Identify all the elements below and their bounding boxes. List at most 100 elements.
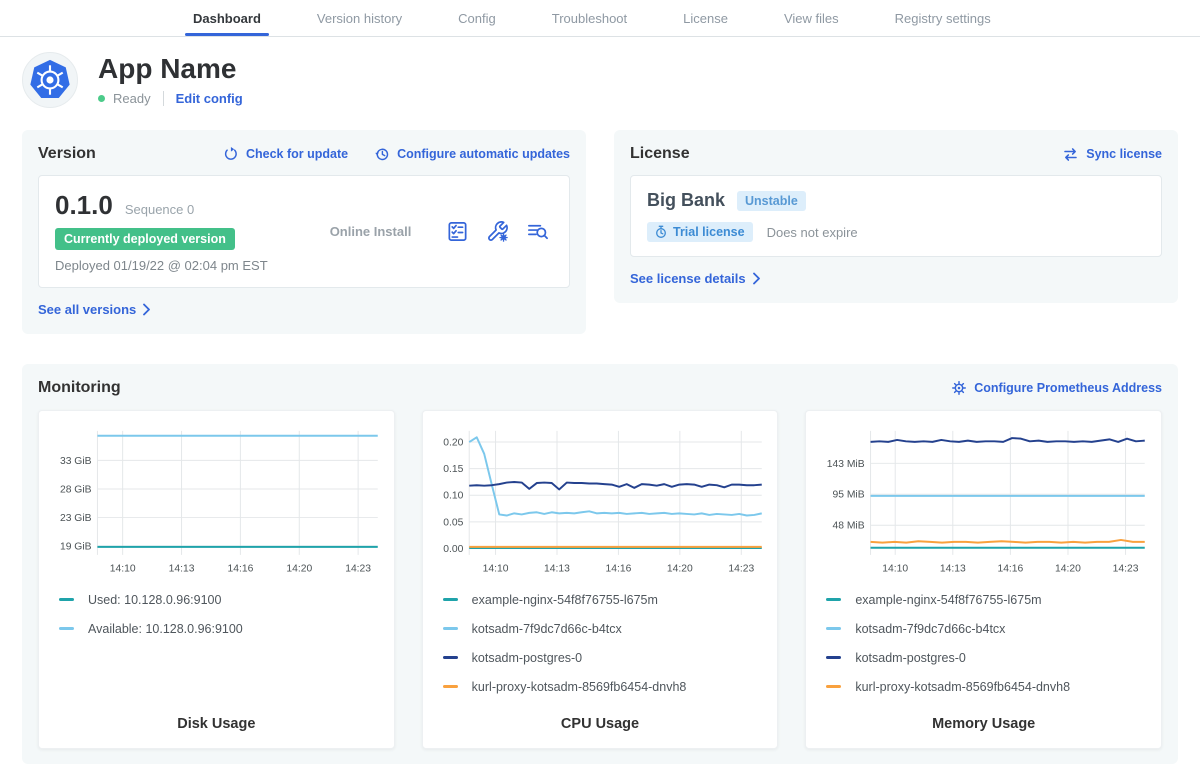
top-nav: DashboardVersion historyConfigTroublesho… bbox=[0, 0, 1200, 37]
cpu-usage-chart[interactable]: 14:1014:1314:1614:2014:230.000.050.100.1… bbox=[433, 423, 768, 579]
chevron-right-icon bbox=[143, 303, 151, 316]
legend-item: kotsadm-7f9dc7d66c-b4tcx bbox=[826, 622, 1141, 636]
kubernetes-logo-icon bbox=[29, 59, 71, 101]
tab-version-history[interactable]: Version history bbox=[289, 0, 430, 36]
legend-dash-icon bbox=[826, 598, 841, 601]
check-for-update-link[interactable]: Check for update bbox=[223, 146, 348, 162]
deploy-logs-button[interactable] bbox=[526, 220, 549, 243]
stopwatch-icon bbox=[655, 225, 667, 239]
chart-legend: Used: 10.128.0.96:9100 Available: 10.128.… bbox=[59, 593, 374, 636]
app-header: App Name Ready Edit config bbox=[0, 37, 1200, 122]
channel-badge: Unstable bbox=[737, 191, 806, 211]
license-card-title: License bbox=[630, 145, 1036, 163]
svg-text:14:20: 14:20 bbox=[286, 564, 312, 575]
tab-dashboard[interactable]: Dashboard bbox=[165, 0, 289, 36]
svg-text:14:16: 14:16 bbox=[227, 564, 253, 575]
legend-dash-icon bbox=[443, 656, 458, 659]
svg-text:14:23: 14:23 bbox=[345, 564, 371, 575]
svg-text:28 GiB: 28 GiB bbox=[60, 484, 92, 495]
tab-troubleshoot[interactable]: Troubleshoot bbox=[524, 0, 655, 36]
legend-item: example-nginx-54f8f76755-l675m bbox=[443, 593, 758, 607]
configure-prometheus-link[interactable]: Configure Prometheus Address bbox=[951, 380, 1162, 396]
checklist-icon bbox=[446, 220, 469, 243]
svg-text:0.15: 0.15 bbox=[443, 464, 463, 475]
legend-label: kotsadm-7f9dc7d66c-b4tcx bbox=[472, 622, 622, 636]
svg-text:23 GiB: 23 GiB bbox=[60, 513, 92, 524]
status-dot-icon bbox=[98, 95, 105, 102]
legend-dash-icon bbox=[826, 656, 841, 659]
legend-item: kotsadm-postgres-0 bbox=[826, 651, 1141, 665]
legend-item: kurl-proxy-kotsadm-8569fb6454-dnvh8 bbox=[443, 680, 758, 694]
trial-license-badge: Trial license bbox=[647, 222, 753, 242]
customer-name: Big Bank bbox=[647, 190, 725, 211]
svg-text:14:10: 14:10 bbox=[482, 564, 508, 575]
configure-automatic-updates-link[interactable]: Configure automatic updates bbox=[374, 146, 570, 162]
legend-dash-icon bbox=[59, 627, 74, 630]
legend-label: kotsadm-postgres-0 bbox=[472, 651, 582, 665]
legend-dash-icon bbox=[826, 627, 841, 630]
legend-dash-icon bbox=[443, 627, 458, 630]
preflight-checks-button[interactable] bbox=[446, 220, 469, 243]
sync-arrows-icon bbox=[1062, 146, 1079, 163]
tab-registry-settings[interactable]: Registry settings bbox=[867, 0, 1019, 36]
chart-title: Disk Usage bbox=[49, 694, 384, 732]
svg-text:0.00: 0.00 bbox=[443, 544, 463, 555]
app-status: Ready bbox=[113, 91, 151, 106]
svg-text:14:13: 14:13 bbox=[544, 564, 570, 575]
tab-config[interactable]: Config bbox=[430, 0, 524, 36]
legend-label: Used: 10.128.0.96:9100 bbox=[88, 593, 221, 607]
see-license-details-link[interactable]: See license details bbox=[630, 271, 761, 286]
see-all-versions-link[interactable]: See all versions bbox=[38, 302, 151, 317]
license-card: License Sync license Big Bank Unstable bbox=[614, 130, 1178, 303]
legend-dash-icon bbox=[443, 598, 458, 601]
chart-title: CPU Usage bbox=[433, 694, 768, 732]
legend-label: kurl-proxy-kotsadm-8569fb6454-dnvh8 bbox=[855, 680, 1070, 694]
legend-label: kotsadm-postgres-0 bbox=[855, 651, 965, 665]
legend-dash-icon bbox=[59, 598, 74, 601]
svg-text:14:16: 14:16 bbox=[605, 564, 631, 575]
legend-item: Available: 10.128.0.96:9100 bbox=[59, 622, 374, 636]
app-icon bbox=[22, 52, 78, 108]
legend-label: kurl-proxy-kotsadm-8569fb6454-dnvh8 bbox=[472, 680, 687, 694]
clock-refresh-icon bbox=[374, 146, 390, 162]
refresh-icon bbox=[223, 146, 239, 162]
tab-license[interactable]: License bbox=[655, 0, 756, 36]
legend-label: kotsadm-7f9dc7d66c-b4tcx bbox=[855, 622, 1005, 636]
svg-text:14:13: 14:13 bbox=[940, 564, 966, 575]
monitoring-title: Monitoring bbox=[38, 379, 925, 397]
legend-label: example-nginx-54f8f76755-l675m bbox=[855, 593, 1041, 607]
version-number: 0.1.0 bbox=[55, 190, 113, 221]
legend-item: kotsadm-7f9dc7d66c-b4tcx bbox=[443, 622, 758, 636]
tab-view-files[interactable]: View files bbox=[756, 0, 867, 36]
legend-item: kotsadm-postgres-0 bbox=[443, 651, 758, 665]
chart-card-memory-usage: 14:1014:1314:1614:2014:2348 MiB95 MiB143… bbox=[805, 410, 1162, 749]
svg-text:14:16: 14:16 bbox=[998, 564, 1024, 575]
deployed-badge: Currently deployed version bbox=[55, 228, 235, 250]
svg-text:14:10: 14:10 bbox=[110, 564, 136, 575]
memory-usage-chart[interactable]: 14:1014:1314:1614:2014:2348 MiB95 MiB143… bbox=[816, 423, 1151, 579]
svg-text:14:10: 14:10 bbox=[883, 564, 909, 575]
svg-text:14:20: 14:20 bbox=[667, 564, 693, 575]
svg-text:14:23: 14:23 bbox=[1113, 564, 1139, 575]
svg-text:33 GiB: 33 GiB bbox=[60, 456, 92, 467]
deployed-timestamp: Deployed 01/19/22 @ 02:04 pm EST bbox=[55, 258, 295, 273]
legend-dash-icon bbox=[443, 685, 458, 688]
chart-title: Memory Usage bbox=[816, 694, 1151, 732]
svg-text:143 MiB: 143 MiB bbox=[827, 459, 865, 470]
sync-license-link[interactable]: Sync license bbox=[1062, 146, 1162, 163]
svg-text:14:23: 14:23 bbox=[728, 564, 754, 575]
gear-icon bbox=[951, 380, 967, 396]
version-sequence: Sequence 0 bbox=[125, 202, 194, 217]
chart-card-disk-usage: 14:1014:1314:1614:2014:2319 GiB23 GiB28 … bbox=[38, 410, 395, 749]
svg-text:95 MiB: 95 MiB bbox=[833, 490, 865, 501]
install-type: Online Install bbox=[295, 224, 446, 239]
wrench-gear-icon bbox=[486, 220, 509, 243]
logs-magnifier-icon bbox=[526, 220, 549, 243]
edit-config-values-button[interactable] bbox=[486, 220, 509, 243]
version-card-title: Version bbox=[38, 145, 197, 163]
legend-item: kurl-proxy-kotsadm-8569fb6454-dnvh8 bbox=[826, 680, 1141, 694]
svg-text:0.05: 0.05 bbox=[443, 517, 463, 528]
disk-usage-chart[interactable]: 14:1014:1314:1614:2014:2319 GiB23 GiB28 … bbox=[49, 423, 384, 579]
svg-text:48 MiB: 48 MiB bbox=[833, 521, 865, 532]
edit-config-link[interactable]: Edit config bbox=[176, 91, 243, 106]
